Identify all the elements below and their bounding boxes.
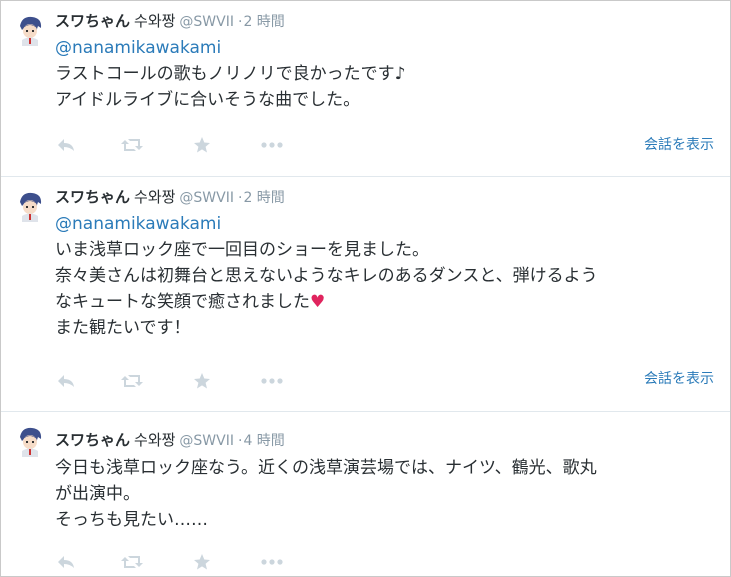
reply-icon[interactable] (55, 135, 77, 155)
star-icon[interactable] (191, 135, 213, 155)
display-name-korean[interactable]: 수와짱 (134, 431, 175, 449)
username[interactable]: @SWVII (179, 190, 234, 206)
tweet-text: @nanamikawakami いま浅草ロック座で一回目のショーを見ました。 奈… (55, 211, 720, 341)
username[interactable]: @SWVII (179, 14, 234, 30)
retweet-icon[interactable] (121, 371, 143, 391)
separator: · (238, 14, 243, 30)
fullname[interactable]: スワちゃん (55, 188, 130, 206)
star-icon[interactable] (191, 371, 213, 391)
tweet-line: ラストコールの歌もノリノリで良かったです♪ (55, 64, 406, 84)
tweet-line: が出演中。 (55, 484, 140, 504)
view-conversation-link[interactable]: 会話を表示 (644, 368, 714, 388)
tweet-line: 今日も浅草ロック座なう。近くの浅草演芸場では、ナイツ、鶴光、歌丸 (55, 458, 597, 478)
tweet-line: また観たいです！ (55, 318, 191, 338)
tweet[interactable]: スワちゃん 수와짱 @SWVII ·2 時間 @nanamikawakami いま浅草… (1, 177, 730, 412)
tweet[interactable]: スワちゃん 수와짱 @SWVII ·2 時間 @nanamikawakami ラストコ… (1, 1, 730, 177)
timestamp[interactable]: 2 時間 (243, 14, 284, 30)
retweet-icon[interactable] (121, 135, 143, 155)
timestamp[interactable]: 4 時間 (243, 433, 284, 449)
separator: · (238, 433, 243, 449)
tweet-line: アイドルライブに合いそうな曲でした。 (55, 90, 361, 110)
display-name-korean[interactable]: 수와짱 (134, 188, 175, 206)
tweet-line: なキュートな笑顔で癒されました♥ (55, 289, 720, 315)
tweet-header: スワちゃん 수와짱 @SWVII ·2 時間 (55, 187, 285, 208)
mention-link[interactable]: @nanamikawakami (55, 211, 720, 237)
view-conversation-link[interactable]: 会話を表示 (644, 134, 714, 154)
timeline: スワちゃん 수와짱 @SWVII ·2 時間 @nanamikawakami ラストコ… (0, 0, 731, 577)
tweet-header: スワちゃん 수와짱 @SWVII ·2 時間 (55, 11, 285, 32)
tweet-line-text: なキュートな笑顔で癒されました (55, 292, 310, 312)
display-name-korean[interactable]: 수와짱 (134, 12, 175, 30)
tweet-line: 奈々美さんは初舞台と思えないようなキレのあるダンスと、弾けるよう (55, 266, 598, 286)
avatar[interactable] (14, 14, 46, 46)
tweet-line: いま浅草ロック座で一回目のショーを見ました。 (55, 240, 429, 260)
more-icon[interactable] (261, 371, 283, 391)
fullname[interactable]: スワちゃん (55, 12, 130, 30)
tweet-text: 今日も浅草ロック座なう。近くの浅草演芸場では、ナイツ、鶴光、歌丸 が出演中。 そ… (55, 455, 720, 533)
more-icon[interactable] (261, 552, 283, 572)
timestamp[interactable]: 2 時間 (243, 190, 284, 206)
username[interactable]: @SWVII (179, 433, 234, 449)
more-icon[interactable] (261, 135, 283, 155)
fullname[interactable]: スワちゃん (55, 431, 130, 449)
star-icon[interactable] (191, 552, 213, 572)
retweet-icon[interactable] (121, 552, 143, 572)
avatar[interactable] (14, 425, 46, 457)
separator: · (238, 190, 243, 206)
tweet-text: @nanamikawakami ラストコールの歌もノリノリで良かったです♪ アイ… (55, 35, 720, 113)
heart-emoji: ♥ (310, 292, 326, 312)
tweet-line: そっちも見たい…… (55, 510, 208, 530)
tweet[interactable]: スワちゃん 수와짱 @SWVII ·4 時間 今日も浅草ロック座なう。近くの浅草演芸場… (1, 412, 730, 576)
reply-icon[interactable] (55, 552, 77, 572)
reply-icon[interactable] (55, 371, 77, 391)
mention-link[interactable]: @nanamikawakami (55, 35, 720, 61)
avatar[interactable] (14, 190, 46, 222)
tweet-header: スワちゃん 수와짱 @SWVII ·4 時間 (55, 430, 285, 451)
